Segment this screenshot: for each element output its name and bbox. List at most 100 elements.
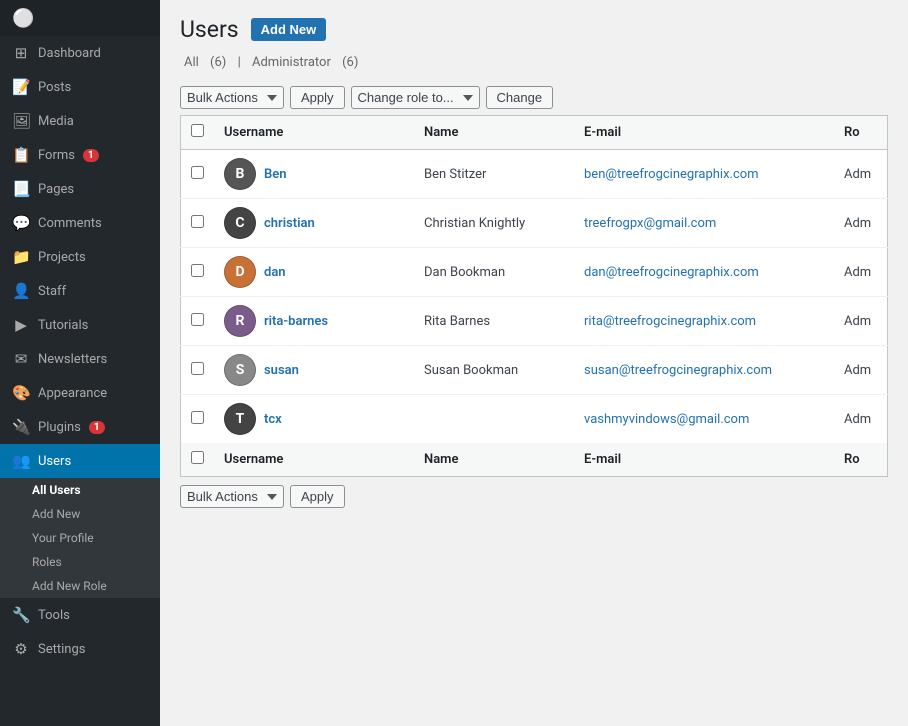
top-toolbar: Bulk Actions Delete Apply Change role to… xyxy=(180,80,888,115)
row-checkbox-christian[interactable] xyxy=(191,215,204,228)
comments-icon: 💬 xyxy=(12,214,30,232)
bulk-actions-dropdown-bottom[interactable]: Bulk Actions Delete xyxy=(180,485,284,508)
row-checkbox-rita-barnes[interactable] xyxy=(191,313,204,326)
avatar-ben: B xyxy=(224,158,256,190)
table-row: B Ben Ben Stitzer ben@treefrogcinegraphix.c… xyxy=(181,150,888,199)
avatar-susan: S xyxy=(224,354,256,386)
sidebar-item-settings[interactable]: ⚙ Settings xyxy=(0,632,160,666)
sidebar-item-staff[interactable]: 👤 Staff xyxy=(0,274,160,308)
table-header-row: Username Name E-mail Ro xyxy=(181,116,888,150)
submenu-all-users[interactable]: All Users xyxy=(0,478,160,502)
bottom-toolbar: Bulk Actions Delete Apply xyxy=(180,477,888,516)
name-header: Name xyxy=(414,116,574,150)
dashboard-icon: ⊞ xyxy=(12,44,30,62)
pages-icon: 📃 xyxy=(12,180,30,198)
username-link-rita-barnes[interactable]: rita-barnes xyxy=(264,314,328,329)
sidebar-item-appearance[interactable]: 🎨 Appearance xyxy=(0,376,160,410)
filter-admin-link[interactable]: Administrator (6) xyxy=(248,55,362,70)
username-cell-ben: B Ben xyxy=(214,150,414,199)
page-title: Users xyxy=(180,16,239,43)
filter-all-link[interactable]: All (6) xyxy=(180,55,234,70)
username-link-tcx[interactable]: tcx xyxy=(264,412,282,427)
role-cell-christian: Adm xyxy=(834,199,888,248)
users-list: B Ben Ben Stitzer ben@treefrogcinegraphix.c… xyxy=(181,150,888,444)
sidebar-item-dashboard[interactable]: ⊞ Dashboard xyxy=(0,36,160,70)
sidebar-item-label: Staff xyxy=(38,284,66,299)
sidebar-item-label: Dashboard xyxy=(38,46,101,61)
select-all-checkbox-footer[interactable] xyxy=(191,451,204,464)
plugins-icon: 🔌 xyxy=(12,418,30,436)
username-link-ben[interactable]: Ben xyxy=(264,167,287,182)
sidebar-item-comments[interactable]: 💬 Comments xyxy=(0,206,160,240)
sidebar-item-tutorials[interactable]: ▶ Tutorials xyxy=(0,308,160,342)
apply-button-bottom[interactable]: Apply xyxy=(290,485,345,508)
avatar-rita-barnes: R xyxy=(224,305,256,337)
email-link-dan[interactable]: dan@treefrogcinegraphix.com xyxy=(584,265,759,280)
change-role-dropdown[interactable]: Change role to... Administrator Editor A… xyxy=(351,86,480,109)
username-cell-susan: Ssusan xyxy=(214,346,414,395)
select-all-checkbox[interactable] xyxy=(191,124,204,137)
row-checkbox-ben[interactable] xyxy=(191,166,204,179)
email-link-tcx[interactable]: vashmyvindows@gmail.com xyxy=(584,412,749,427)
sidebar-item-tools[interactable]: 🔧 Tools xyxy=(0,598,160,632)
apply-button-top[interactable]: Apply xyxy=(290,86,345,109)
page-header: Users Add New xyxy=(180,16,888,43)
submenu-your-profile[interactable]: Your Profile xyxy=(0,526,160,550)
sidebar-item-plugins[interactable]: 🔌 Plugins 1 xyxy=(0,410,160,444)
select-all-header xyxy=(181,116,215,150)
sidebar-item-forms[interactable]: 📋 Forms 1 xyxy=(0,138,160,172)
submenu-add-new-role[interactable]: Add New Role xyxy=(0,574,160,598)
role-cell-tcx: Adm xyxy=(834,395,888,444)
projects-icon: 📁 xyxy=(12,248,30,266)
email-cell-ben: ben@treefrogcinegraphix.com xyxy=(574,150,834,199)
row-checkbox-dan[interactable] xyxy=(191,264,204,277)
users-submenu: All Users Add New Your Profile Roles Add… xyxy=(0,478,160,598)
filter-separator: | xyxy=(238,55,241,70)
email-link-susan[interactable]: susan@treefrogcinegraphix.com xyxy=(584,363,772,378)
row-checkbox-tcx[interactable] xyxy=(191,411,204,424)
posts-icon: 📝 xyxy=(12,78,30,96)
table-row: SsusanSusan Bookmansusan@treefrogcinegra… xyxy=(181,346,888,395)
table-row: DdanDan Bookmandan@treefrogcinegraphix.c… xyxy=(181,248,888,297)
sidebar-item-media[interactable]: 🖼 Media xyxy=(0,104,160,138)
name-cell-tcx xyxy=(414,395,574,444)
sidebar-item-newsletters[interactable]: ✉ Newsletters xyxy=(0,342,160,376)
filter-links: All (6) | Administrator (6) xyxy=(180,55,888,70)
sidebar-brand: ⚪ xyxy=(0,0,160,36)
name-cell-rita-barnes: Rita Barnes xyxy=(414,297,574,346)
sidebar-item-users[interactable]: 👥 Users xyxy=(0,444,160,478)
sidebar-item-projects[interactable]: 📁 Projects xyxy=(0,240,160,274)
avatar-christian: C xyxy=(224,207,256,239)
username-link-dan[interactable]: dan xyxy=(264,265,286,280)
email-cell-susan: susan@treefrogcinegraphix.com xyxy=(574,346,834,395)
add-new-button[interactable]: Add New xyxy=(251,18,327,41)
email-link-rita-barnes[interactable]: rita@treefrogcinegraphix.com xyxy=(584,314,756,329)
sidebar-item-posts[interactable]: 📝 Posts xyxy=(0,70,160,104)
sidebar-item-label: Tutorials xyxy=(38,318,88,333)
main-content: Users Add New All (6) | Administrator (6… xyxy=(160,0,908,726)
email-link-ben[interactable]: ben@treefrogcinegraphix.com xyxy=(584,167,759,182)
username-link-christian[interactable]: christian xyxy=(264,216,315,231)
username-link-susan[interactable]: susan xyxy=(264,363,299,378)
username-footer: Username xyxy=(214,443,414,477)
bulk-actions-dropdown[interactable]: Bulk Actions Delete xyxy=(180,86,284,109)
sidebar-item-label: Appearance xyxy=(38,386,107,401)
role-cell-ben: Adm xyxy=(834,150,888,199)
sidebar-item-label: Pages xyxy=(38,182,74,197)
role-header: Ro xyxy=(834,116,888,150)
avatar-dan: D xyxy=(224,256,256,288)
email-footer: E-mail xyxy=(574,443,834,477)
users-table: Username Name E-mail Ro B Ben Ben Stitzer b… xyxy=(180,115,888,477)
change-button[interactable]: Change xyxy=(486,86,554,109)
submenu-roles[interactable]: Roles xyxy=(0,550,160,574)
sidebar-item-label: Media xyxy=(38,114,74,129)
wp-logo-icon: ⚪ xyxy=(12,8,34,29)
role-cell-rita-barnes: Adm xyxy=(834,297,888,346)
submenu-add-new[interactable]: Add New xyxy=(0,502,160,526)
sidebar-item-pages[interactable]: 📃 Pages xyxy=(0,172,160,206)
email-link-christian[interactable]: treefrogpx@gmail.com xyxy=(584,216,716,231)
email-cell-tcx: vashmyvindows@gmail.com xyxy=(574,395,834,444)
name-cell-ben: Ben Stitzer xyxy=(414,150,574,199)
row-checkbox-susan[interactable] xyxy=(191,362,204,375)
role-cell-susan: Adm xyxy=(834,346,888,395)
